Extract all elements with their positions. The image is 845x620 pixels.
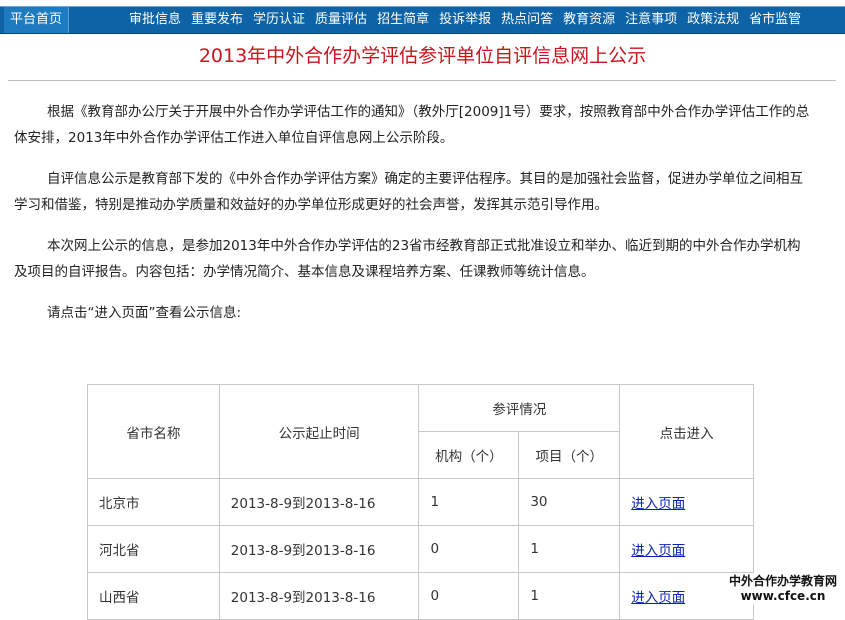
cell-enter: 进入页面 <box>619 525 754 573</box>
cell-province: 北京市 <box>87 478 220 526</box>
nav-item-admissions-guide[interactable]: 招生简章 <box>372 7 434 33</box>
nav-home-link[interactable]: 平台首页 <box>4 7 70 33</box>
cell-institutions: 0 <box>418 525 520 573</box>
nav-item-policies[interactable]: 政策法规 <box>682 7 744 33</box>
enter-page-link[interactable]: 进入页面 <box>631 496 685 512</box>
nav-item-notices[interactable]: 注意事项 <box>620 7 682 33</box>
instruction-text: 请点击“进入页面”查看公示信息: <box>47 305 242 321</box>
cell-projects: 1 <box>518 572 621 620</box>
intro-paragraph-2: 自评信息公示是教育部下发的《中外合作办学评估方案》确定的主要评估程序。其目的是加… <box>14 171 803 213</box>
intro-paragraph-1: 根据《教育部办公厅关于开展中外合作办学评估工作的通知》（教外厅[2009]1号）… <box>14 104 810 146</box>
header-participation: 参评情况 <box>418 384 621 432</box>
page-title: 2013年中外合作办学评估参评单位自评信息网上公示 <box>198 45 647 67</box>
cell-institutions: 0 <box>418 572 520 620</box>
nav-item-important-releases[interactable]: 重要发布 <box>186 7 248 33</box>
title-divider <box>8 80 836 81</box>
table-header-row: 省市名称 公示起止时间 参评情况 点击进入 <box>87 384 754 479</box>
cell-projects: 1 <box>518 525 621 573</box>
cell-projects: 30 <box>518 478 621 526</box>
header-period: 公示起止时间 <box>218 384 420 479</box>
header-province: 省市名称 <box>87 384 220 479</box>
cell-institutions: 1 <box>418 478 520 526</box>
nav-item-provincial-supervision[interactable]: 省市监管 <box>744 7 806 33</box>
watermark-url: www.cfce.cn <box>740 589 826 603</box>
cell-period: 2013-8-9到2013-8-16 <box>218 572 420 620</box>
intro-paragraph-3: 本次网上公示的信息，是参加2013年中外合作办学评估的23省市经教育部正式批准设… <box>14 238 801 280</box>
cell-period: 2013-8-9到2013-8-16 <box>218 478 420 526</box>
cell-enter: 进入页面 <box>619 478 754 526</box>
nav-item-quality-assessment[interactable]: 质量评估 <box>310 7 372 33</box>
header-projects: 项目（个） <box>518 431 621 479</box>
table-row: 山西省 2013-8-9到2013-8-16 0 1 进入页面 <box>87 572 754 620</box>
header-institutions: 机构（个） <box>418 431 520 479</box>
enter-page-link[interactable]: 进入页面 <box>631 543 685 559</box>
nav-item-complaints[interactable]: 投诉举报 <box>434 7 496 33</box>
site-watermark: 中外合作办学教育网 www.cfce.cn <box>726 573 839 605</box>
nav-item-approval-info[interactable]: 审批信息 <box>124 7 186 33</box>
disclosure-table: 省市名称 公示起止时间 参评情况 点击进入 机构（个） 项目（个） 北京市 20… <box>87 384 754 620</box>
nav-item-education-resources[interactable]: 教育资源 <box>558 7 620 33</box>
watermark-site-name: 中外合作办学教育网 <box>728 574 837 588</box>
nav-menu: 审批信息 重要发布 学历认证 质量评估 招生简章 投诉举报 热点问答 教育资源 … <box>124 7 806 33</box>
table-row: 北京市 2013-8-9到2013-8-16 1 30 进入页面 <box>87 478 754 526</box>
nav-item-faq[interactable]: 热点问答 <box>496 7 558 33</box>
nav-item-degree-certification[interactable]: 学历认证 <box>248 7 310 33</box>
top-nav: 平台首页 审批信息 重要发布 学历认证 质量评估 招生简章 投诉举报 热点问答 … <box>0 6 845 34</box>
table-row: 河北省 2013-8-9到2013-8-16 0 1 进入页面 <box>87 525 754 573</box>
cell-period: 2013-8-9到2013-8-16 <box>218 525 420 573</box>
cell-province: 山西省 <box>87 572 220 620</box>
enter-page-link[interactable]: 进入页面 <box>631 590 685 606</box>
header-enter: 点击进入 <box>619 384 754 479</box>
cell-province: 河北省 <box>87 525 220 573</box>
